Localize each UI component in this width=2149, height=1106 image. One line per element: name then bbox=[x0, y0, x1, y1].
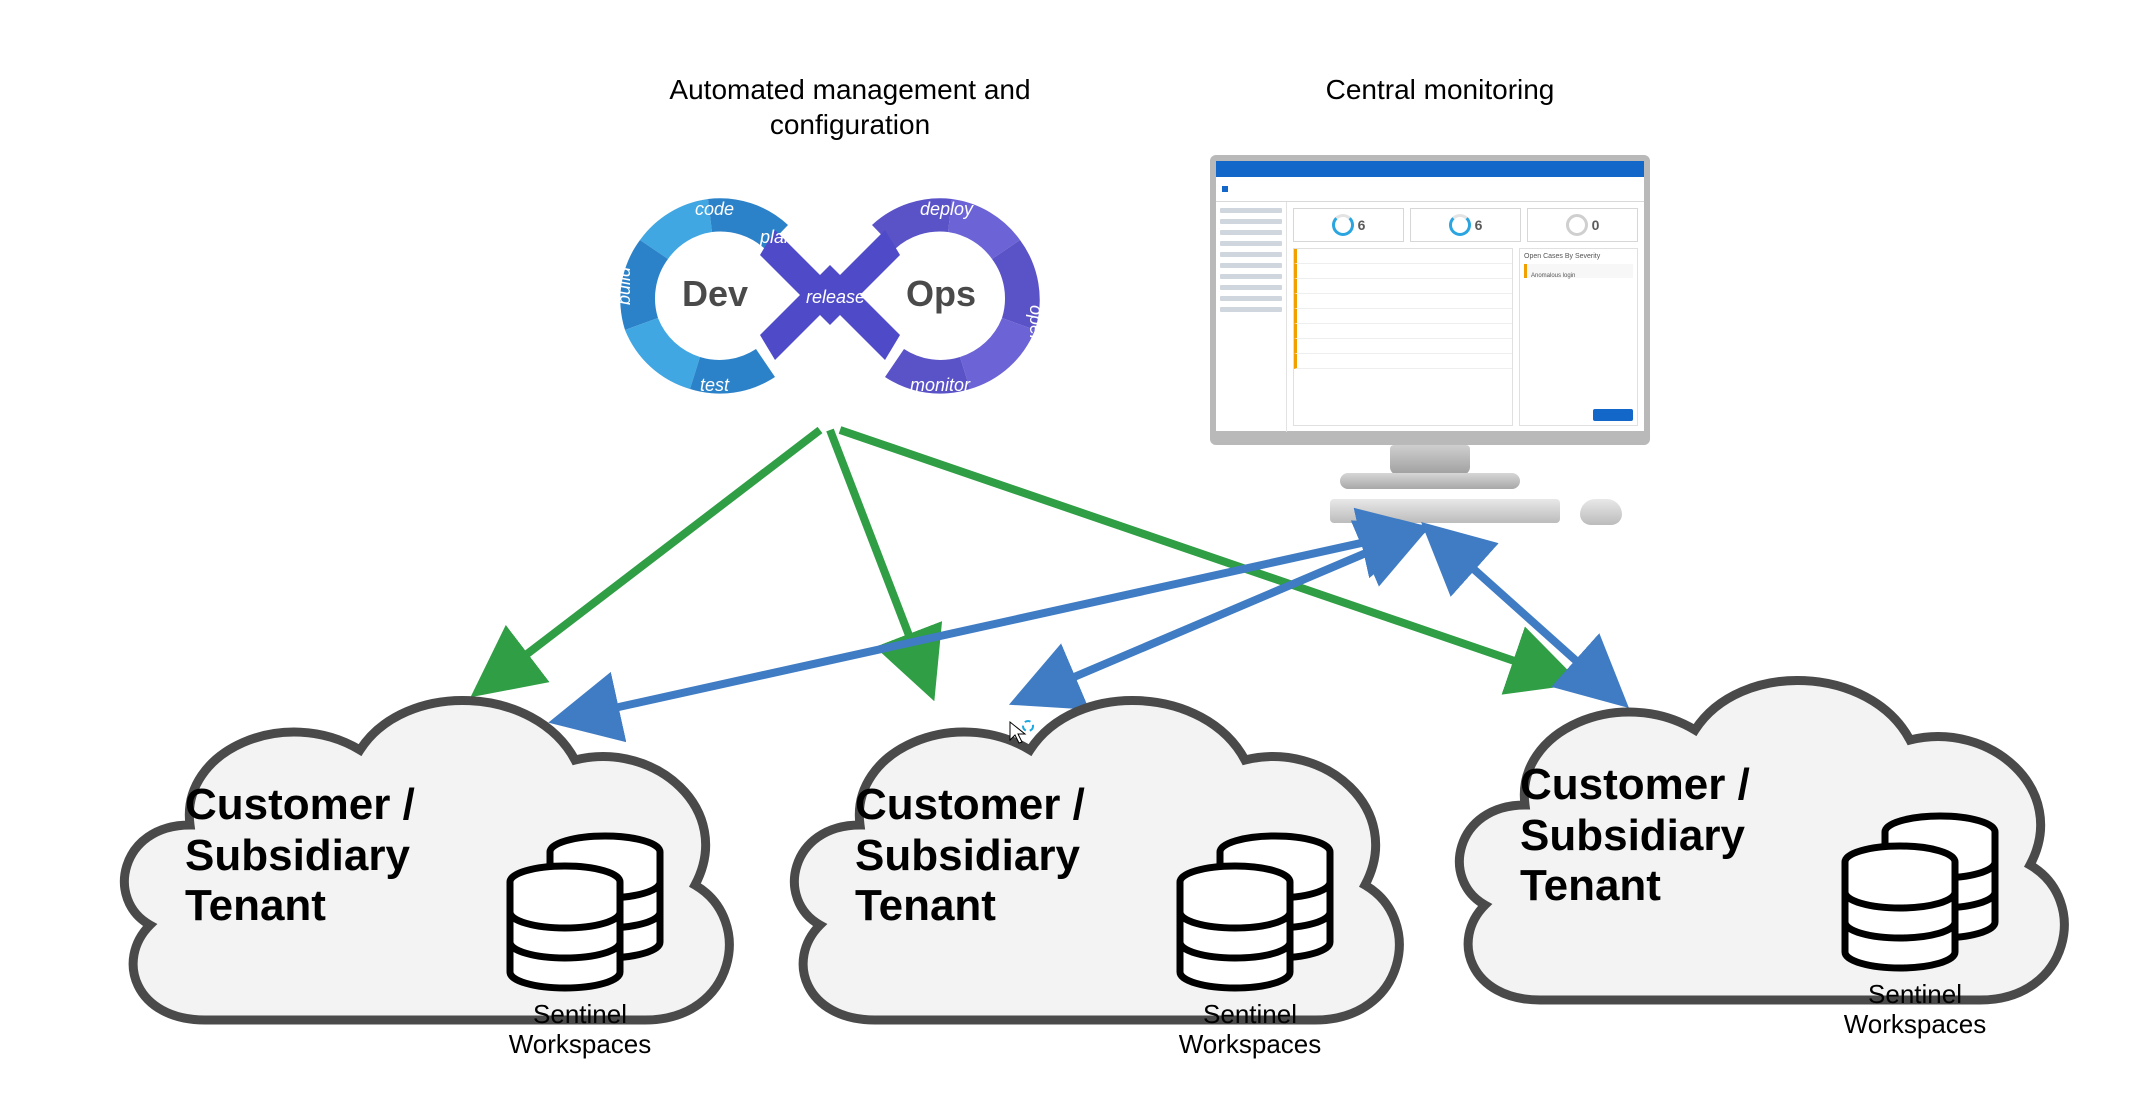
tenant-cloud-2: Customer / Subsidiary Tenant Sentinel Wo… bbox=[765, 660, 1405, 1080]
tenant-title: Customer / Subsidiary Tenant bbox=[1520, 760, 1820, 912]
workspaces-l1: Sentinel bbox=[1868, 979, 1962, 1009]
mouse-cursor-icon bbox=[1008, 720, 1034, 746]
tenant-cloud-1: Customer / Subsidiary Tenant Sentinel Wo… bbox=[95, 660, 735, 1080]
workspaces-label: Sentinel Workspaces bbox=[1165, 1000, 1335, 1060]
database-pair-icon bbox=[495, 830, 675, 1005]
workspaces-l2: Workspaces bbox=[1844, 1009, 1987, 1039]
tenant-title-l1: Customer / bbox=[855, 780, 1085, 829]
workspaces-label: Sentinel Workspaces bbox=[495, 1000, 665, 1060]
workspaces-l2: Workspaces bbox=[1179, 1029, 1322, 1059]
tenant-title-l1: Customer / bbox=[1520, 760, 1750, 809]
tenant-title-l3: Tenant bbox=[185, 881, 326, 930]
workspaces-label: Sentinel Workspaces bbox=[1830, 980, 2000, 1040]
workspaces-l1: Sentinel bbox=[1203, 999, 1297, 1029]
database-pair-icon bbox=[1830, 810, 2010, 985]
tenant-title-l3: Tenant bbox=[1520, 861, 1661, 910]
tenant-title: Customer / Subsidiary Tenant bbox=[185, 780, 485, 932]
database-pair-icon bbox=[1165, 830, 1345, 1005]
workspaces-l1: Sentinel bbox=[533, 999, 627, 1029]
tenant-title-l2: Subsidiary bbox=[1520, 811, 1745, 860]
tenant-title-l2: Subsidiary bbox=[185, 831, 410, 880]
tenant-title-l2: Subsidiary bbox=[855, 831, 1080, 880]
tenant-title: Customer / Subsidiary Tenant bbox=[855, 780, 1155, 932]
workspaces-l2: Workspaces bbox=[509, 1029, 652, 1059]
tenant-cloud-3: Customer / Subsidiary Tenant Sentinel Wo… bbox=[1430, 640, 2070, 1060]
arrow-devops-to-cloud1 bbox=[480, 430, 820, 690]
tenant-title-l1: Customer / bbox=[185, 780, 415, 829]
tenant-title-l3: Tenant bbox=[855, 881, 996, 930]
